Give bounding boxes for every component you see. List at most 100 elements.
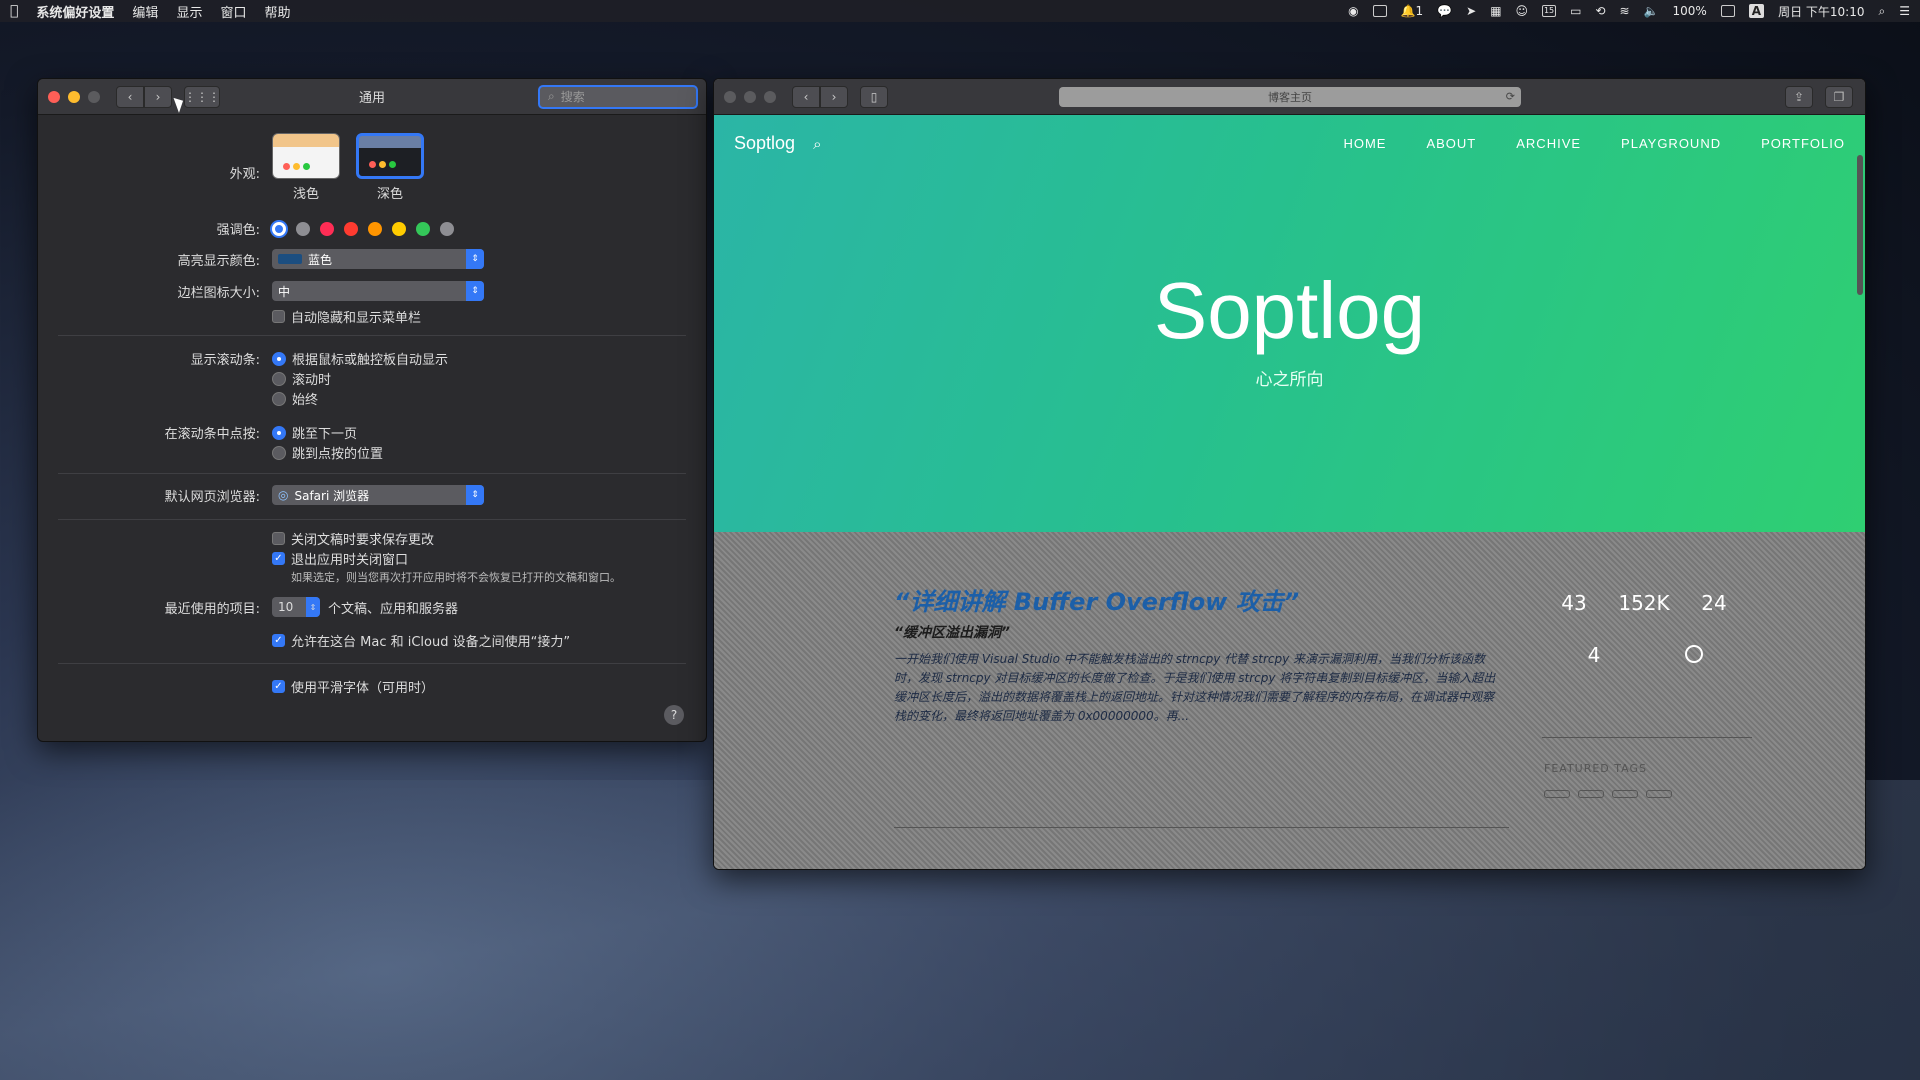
- appearance-dark[interactable]: 深色: [356, 133, 424, 202]
- menu-clock[interactable]: 周日 下午10:10: [1778, 3, 1864, 20]
- accent-yellow[interactable]: [392, 221, 406, 236]
- nav-home[interactable]: HOME: [1343, 136, 1386, 151]
- scroll-auto-radio[interactable]: [272, 351, 286, 366]
- default-browser-select[interactable]: ◎ Safari 浏览器 ⇕: [272, 485, 484, 505]
- zoom-button[interactable]: [88, 90, 100, 103]
- prefs-search-field[interactable]: ⌕ 搜索: [538, 84, 698, 109]
- accent-graphite[interactable]: [296, 221, 310, 236]
- apple-icon[interactable]: : [10, 3, 18, 19]
- scroll-option-always[interactable]: 始终: [272, 389, 318, 408]
- show-all-button[interactable]: ⋮⋮⋮: [184, 85, 220, 108]
- minimize-button[interactable]: [68, 90, 80, 103]
- menu-item-help[interactable]: 帮助: [264, 2, 290, 21]
- address-bar[interactable]: 博客主页 ⟳: [1059, 86, 1521, 107]
- sidebar-toggle-icon[interactable]: ▯: [860, 85, 888, 108]
- volume-icon[interactable]: 🔈: [1644, 4, 1659, 18]
- nav-archive[interactable]: ARCHIVE: [1516, 136, 1581, 151]
- forward-button[interactable]: ›: [144, 85, 172, 108]
- close-button[interactable]: [724, 90, 736, 103]
- page-scrollbar[interactable]: [1857, 155, 1863, 295]
- stat-posts: 43: [1544, 587, 1604, 615]
- dark-thumbnail[interactable]: [356, 133, 424, 179]
- zoom-button[interactable]: [764, 90, 776, 103]
- accent-green[interactable]: [416, 221, 430, 236]
- clipboard-icon[interactable]: [1372, 5, 1387, 17]
- notification-icon[interactable]: 🔔1: [1401, 4, 1424, 18]
- tag-item[interactable]: [1646, 790, 1672, 798]
- ask-save-option[interactable]: 关闭文稿时要求保存更改: [272, 529, 434, 548]
- light-thumbnail[interactable]: [272, 133, 340, 179]
- menu-item-window[interactable]: 窗口: [220, 2, 246, 21]
- highlight-color-select[interactable]: 蓝色 ⇕: [272, 249, 484, 269]
- time-machine-icon[interactable]: ⟲: [1595, 4, 1605, 18]
- stat-value: 152K: [1618, 591, 1670, 615]
- back-button[interactable]: ‹: [792, 85, 820, 108]
- highlight-swatch: [278, 254, 302, 264]
- scroll-option-scrolling[interactable]: 滚动时: [272, 369, 331, 388]
- airplay-icon[interactable]: ▭: [1570, 4, 1581, 18]
- wechat-icon[interactable]: 💬: [1437, 4, 1452, 18]
- smooth-font-checkbox[interactable]: ✓: [272, 680, 285, 693]
- nav-playground[interactable]: PLAYGROUND: [1621, 136, 1721, 151]
- site-brand[interactable]: Soptlog: [734, 133, 795, 154]
- control-center-icon[interactable]: ☰: [1899, 4, 1910, 18]
- click-option-next-page[interactable]: 跳至下一页: [272, 423, 357, 442]
- sidebar-icon-size-select[interactable]: 中 ⇕: [272, 281, 484, 301]
- back-button[interactable]: ‹: [116, 85, 144, 108]
- input-method-icon[interactable]: A: [1748, 4, 1765, 18]
- tag-list: [1544, 790, 1764, 798]
- click-option-spot[interactable]: 跳到点按的位置: [272, 443, 383, 462]
- tag-item[interactable]: [1612, 790, 1638, 798]
- select-arrows-icon: ⇕: [466, 281, 484, 301]
- close-windows-option[interactable]: ✓ 退出应用时关闭窗口: [272, 549, 408, 568]
- tag-item[interactable]: [1578, 790, 1604, 798]
- accent-red[interactable]: [344, 221, 358, 236]
- smooth-font-option[interactable]: ✓ 使用平滑字体（可用时）: [272, 677, 434, 696]
- cat-icon[interactable]: ☺: [1516, 4, 1529, 18]
- accent-gray[interactable]: [440, 221, 454, 236]
- tag-item[interactable]: [1544, 790, 1570, 798]
- reload-icon[interactable]: ⟳: [1506, 90, 1515, 103]
- scroll-option-auto[interactable]: 根据鼠标或触控板自动显示: [272, 349, 448, 368]
- record-icon[interactable]: ◉: [1348, 4, 1358, 18]
- accent-pink[interactable]: [320, 221, 334, 236]
- menu-item-edit[interactable]: 编辑: [132, 2, 158, 21]
- telegram-icon[interactable]: ➤: [1466, 4, 1476, 18]
- handoff-option[interactable]: ✓ 允许在这台 Mac 和 iCloud 设备之间使用“接力”: [272, 631, 570, 650]
- post-title[interactable]: “详细讲解 Buffer Overflow 攻击”: [894, 582, 1299, 617]
- battery-icon[interactable]: [1720, 5, 1735, 17]
- forward-button[interactable]: ›: [820, 85, 848, 108]
- auto-hide-menubar-option[interactable]: 自动隐藏和显示菜单栏: [272, 307, 421, 326]
- menu-bar:  系统偏好设置 编辑 显示 窗口 帮助 ◉ 🔔1 💬 ➤ ▦ ☺ 15 ▭ ⟲…: [0, 0, 1920, 22]
- close-button[interactable]: [48, 90, 60, 103]
- accent-orange[interactable]: [368, 221, 382, 236]
- tabs-overview-icon[interactable]: ❐: [1825, 85, 1853, 108]
- search-icon[interactable]: ⌕: [813, 135, 821, 153]
- recent-label: 最近使用的项目:: [164, 601, 260, 617]
- help-button[interactable]: ?: [664, 705, 684, 725]
- click-spot-radio[interactable]: [272, 445, 286, 460]
- calendar-icon[interactable]: 15: [1542, 5, 1557, 17]
- battery-percent[interactable]: 100%: [1672, 4, 1706, 18]
- menu-app-name[interactable]: 系统偏好设置: [36, 2, 114, 21]
- browser-label: 默认网页浏览器:: [164, 489, 260, 505]
- ask-save-checkbox[interactable]: [272, 532, 285, 545]
- minimize-button[interactable]: [744, 90, 756, 103]
- appearance-light[interactable]: 浅色: [272, 133, 340, 202]
- handoff-checkbox[interactable]: ✓: [272, 634, 285, 647]
- site-stats: 43 152K 24 4: [1544, 587, 1744, 667]
- wifi-icon[interactable]: ≋: [1619, 4, 1629, 18]
- spotlight-icon[interactable]: ⌕: [1879, 4, 1886, 19]
- grid-icon[interactable]: ▦: [1490, 4, 1501, 18]
- accent-blue[interactable]: [272, 221, 286, 236]
- scroll-always-radio[interactable]: [272, 391, 286, 406]
- click-next-page-radio[interactable]: [272, 425, 286, 440]
- share-icon[interactable]: ⇪: [1785, 85, 1813, 108]
- recent-items-select[interactable]: 10 ⇕: [272, 597, 320, 617]
- nav-portfolio[interactable]: PORTFOLIO: [1761, 136, 1845, 151]
- auto-hide-checkbox[interactable]: [272, 310, 285, 323]
- nav-about[interactable]: ABOUT: [1426, 136, 1476, 151]
- close-windows-checkbox[interactable]: ✓: [272, 552, 285, 565]
- menu-item-view[interactable]: 显示: [176, 2, 202, 21]
- scroll-scrolling-radio[interactable]: [272, 371, 286, 386]
